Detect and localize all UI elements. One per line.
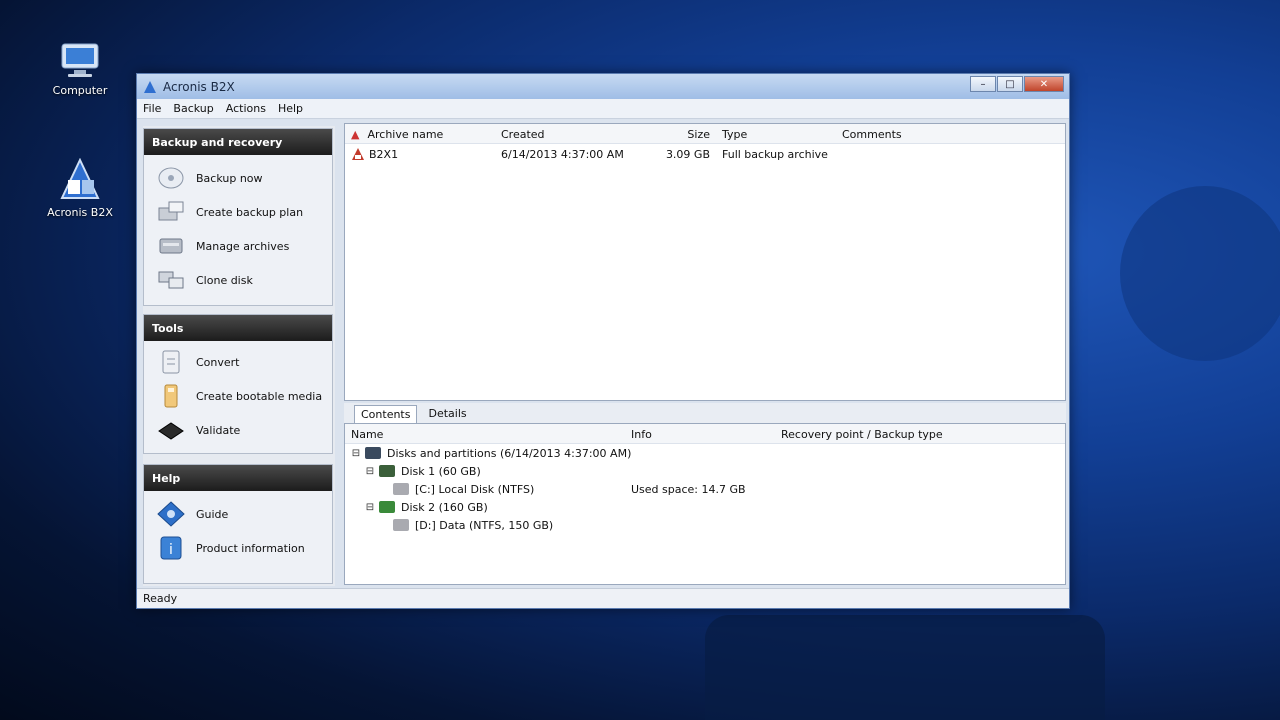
group-tools: Tools Convert Create bootable media Vali… [143, 314, 333, 454]
group-header[interactable]: Backup and recovery [144, 129, 332, 155]
disk-icon [379, 501, 395, 513]
task-label: Create bootable media [196, 389, 323, 403]
task-label: Convert [196, 355, 240, 369]
desktop-icon-label: Acronis B2X [47, 206, 113, 219]
tree-header: Name Info Recovery point / Backup type [345, 424, 1065, 444]
desktop-icon-label: Computer [52, 84, 108, 97]
app-window: Acronis B2X – □ ✕ File Backup Actions He… [136, 73, 1070, 609]
group-header[interactable]: Help [144, 465, 332, 491]
minimize-button[interactable]: – [970, 76, 996, 92]
tree-item[interactable]: [D:] Data (NTFS, 150 GB) [345, 516, 1065, 534]
menu-help[interactable]: Help [278, 102, 303, 115]
group-backup-recovery: Backup and recovery Backup now Create ba… [143, 128, 333, 306]
task-guide[interactable]: Guide [144, 497, 332, 531]
archive-name: B2X1 [369, 147, 399, 161]
group-header[interactable]: Tools [144, 315, 332, 341]
tree-column-recovery[interactable]: Recovery point / Backup type [775, 424, 1025, 443]
desktop-icon-acronis[interactable]: Acronis B2X [40, 158, 120, 219]
partition-icon [393, 519, 409, 531]
task-label: Validate [196, 423, 241, 437]
tree-item[interactable]: ⊟ Disk 1 (60 GB) [345, 462, 1065, 480]
partition-icon [393, 483, 409, 495]
tree-item[interactable]: ⊟ Disks and partitions (6/14/2013 4:37:0… [345, 444, 1065, 462]
task-panel: Backup and recovery Backup now Create ba… [143, 126, 335, 586]
task-label: Clone disk [196, 273, 253, 287]
expand-toggle-icon[interactable]: ⊟ [363, 466, 377, 477]
task-label: Manage archives [196, 239, 290, 253]
tree-item-label: [D:] Data (NTFS, 150 GB) [415, 518, 554, 532]
task-product-info[interactable]: i Product information [144, 531, 332, 565]
tree-item-label: [C:] Local Disk (NTFS) [415, 482, 535, 496]
task-create-plan[interactable]: Create backup plan [144, 195, 332, 229]
app-logo-icon [144, 80, 156, 93]
task-validate[interactable]: Validate [144, 413, 332, 447]
tab-details[interactable]: Details [421, 404, 473, 423]
task-label: Create backup plan [196, 205, 304, 219]
window-controls: – □ ✕ [969, 76, 1064, 92]
computer-icon [61, 43, 99, 77]
status-bar: Ready [137, 588, 1069, 608]
tab-contents[interactable]: Contents [354, 405, 418, 423]
disks-icon [365, 447, 381, 459]
table-row[interactable]: B2X1 6/14/2013 4:37:00 AM 3.09 GB Full b… [345, 144, 1065, 164]
window-title: Acronis B2X [163, 79, 235, 94]
title-bar[interactable]: Acronis B2X – □ ✕ [137, 74, 1069, 99]
tree-item[interactable]: [C:] Local Disk (NTFS) Used space: 14.7 … [345, 480, 1065, 498]
expand-toggle-icon[interactable]: ⊟ [349, 448, 363, 459]
column-header-size[interactable]: Size [650, 124, 716, 143]
clone-disk-icon [156, 267, 186, 293]
convert-icon [156, 349, 186, 375]
task-convert[interactable]: Convert [144, 345, 332, 379]
sort-arrow-icon: ▲ [351, 128, 360, 141]
expand-toggle-icon[interactable]: ⊟ [363, 502, 377, 513]
tree-item-label: Disk 2 (160 GB) [401, 500, 488, 514]
tree-column-name[interactable]: Name [345, 424, 625, 443]
archive-comments [836, 152, 936, 156]
desktop-icon-computer[interactable]: Computer [40, 40, 120, 97]
column-header-comments[interactable]: Comments [836, 124, 936, 143]
tree-item-label: Disks and partitions (6/14/2013 4:37:00 … [387, 446, 632, 460]
group-help: Help Guide i Product information [143, 464, 333, 584]
details-tabs: Contents Details [344, 403, 1066, 423]
menu-actions[interactable]: Actions [226, 102, 266, 115]
task-bootable-media[interactable]: Create bootable media [144, 379, 332, 413]
column-header-type[interactable]: Type [716, 124, 836, 143]
maximize-button[interactable]: □ [997, 76, 1023, 92]
menu-file[interactable]: File [143, 102, 161, 115]
contents-tree: Name Info Recovery point / Backup type ⊟… [344, 423, 1066, 585]
archive-type: Full backup archive [722, 147, 828, 161]
acronis-app-icon [60, 158, 100, 199]
info-icon: i [156, 535, 186, 561]
list-header: ▲ Archive name Created Size Type Comments [345, 124, 1065, 144]
tree-item[interactable]: ⊟ Disk 2 (160 GB) [345, 498, 1065, 516]
background-circle [1120, 186, 1280, 361]
svg-text:i: i [169, 542, 173, 558]
disk-backup-icon [156, 165, 186, 191]
menu-backup[interactable]: Backup [173, 102, 213, 115]
task-backup-now[interactable]: Backup now [144, 161, 332, 195]
column-header-created[interactable]: Created [495, 124, 650, 143]
archive-file-icon [352, 148, 364, 160]
archives-icon [156, 233, 186, 259]
task-manage-archives[interactable]: Manage archives [144, 229, 332, 263]
task-clone-disk[interactable]: Clone disk [144, 263, 332, 297]
validate-icon [156, 417, 186, 443]
task-label: Product information [196, 541, 305, 555]
archive-size: 3.09 GB [665, 147, 710, 161]
archive-created: 6/14/2013 4:37:00 AM [501, 147, 624, 161]
task-label: Guide [196, 507, 229, 521]
archive-list: ▲ Archive name Created Size Type Comments… [344, 123, 1066, 401]
backup-plan-icon [156, 199, 186, 225]
task-label: Backup now [196, 171, 263, 185]
tree-column-info[interactable]: Info [625, 424, 775, 443]
guide-icon [156, 501, 186, 527]
bootable-media-icon [156, 383, 186, 409]
column-header-name[interactable]: ▲ Archive name [345, 124, 495, 143]
tree-item-info: Used space: 14.7 GB [631, 482, 746, 496]
close-button[interactable]: ✕ [1024, 76, 1064, 92]
disk-icon [379, 465, 395, 477]
background-shape [705, 615, 1105, 720]
tree-item-label: Disk 1 (60 GB) [401, 464, 481, 478]
menu-bar: File Backup Actions Help [137, 99, 1069, 119]
